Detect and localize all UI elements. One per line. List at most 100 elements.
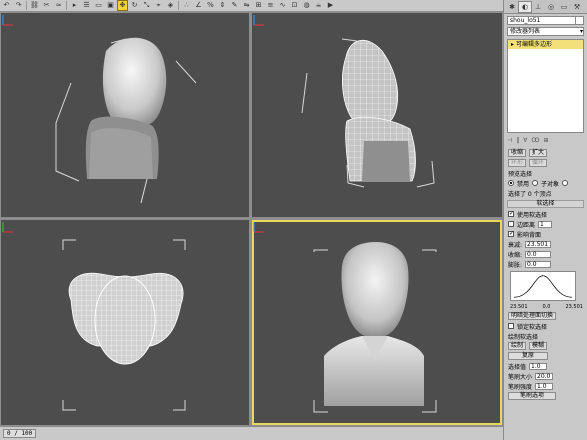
preview-sub-radio[interactable] [532, 180, 539, 186]
viewport-top-left[interactable] [1, 13, 249, 217]
use-soft-checkbox[interactable]: ✓ [508, 211, 514, 217]
render-icon[interactable]: ☕ [314, 1, 323, 10]
motion-tab-icon[interactable]: ◎ [545, 2, 557, 12]
configure-sets-icon[interactable]: ⊞ [544, 137, 549, 144]
brush-size-label: 笔刷大小 [508, 373, 533, 381]
remove-modifier-icon[interactable]: Ꝏ [531, 137, 539, 144]
material-icon[interactable]: ◍ [302, 1, 311, 10]
undo-icon[interactable]: ↶ [2, 1, 11, 10]
move-icon[interactable]: ✥ [117, 0, 128, 11]
preview-off-radio[interactable] [508, 180, 514, 186]
spinner-snap-icon[interactable]: ⇕ [218, 1, 227, 10]
preview-label-row: 预览选择 [508, 169, 583, 178]
edge-distance-row: 边距离 1 [508, 220, 583, 229]
scale-icon[interactable]: ⤡ [142, 1, 151, 10]
blur-button[interactable]: 模糊 [529, 342, 548, 350]
falloff-label: 衰减: [508, 241, 523, 249]
edge-distance-spinner[interactable]: 1 [538, 220, 553, 228]
layer-icon[interactable]: ≡ [266, 1, 275, 10]
shrink-button[interactable]: 收缩 [508, 149, 527, 157]
viewport-bottom-right-active[interactable] [252, 220, 502, 425]
preview-multi-radio[interactable] [562, 180, 569, 186]
expand-icon[interactable]: ▸ [511, 41, 514, 48]
lock-soft-checkbox[interactable] [508, 323, 514, 329]
object-color-swatch[interactable] [575, 17, 583, 24]
ring-button[interactable]: 环形 [508, 159, 527, 167]
pinch-label: 收缩: [508, 251, 523, 259]
modifier-list-dropdown[interactable]: 修改器列表 ▾ [507, 27, 584, 36]
make-unique-icon[interactable]: ∀ [523, 137, 527, 144]
select-name-icon[interactable]: ☰ [82, 1, 91, 10]
revert-button[interactable]: 复原 [508, 352, 548, 360]
angle-snap-icon[interactable]: ∠ [194, 1, 203, 10]
3dsmax-window: ↶ ↷ ⛓ ✂ ≈ ▸ ☰ ▭ ▣ ✥ ↻ ⤡ ⌖ ◈ ∴ ∠ % ⇕ ✎ ⇋ … [0, 0, 587, 440]
unlink-icon[interactable]: ✂ [42, 1, 51, 10]
select-icon[interactable]: ▸ [70, 1, 79, 10]
modifier-stack: ▸ 可编辑多边形 [507, 39, 584, 133]
named-sel-icon[interactable]: ✎ [230, 1, 239, 10]
lock-soft-label: 锁定软选择 [517, 323, 548, 331]
mirror-icon[interactable]: ⇋ [242, 1, 251, 10]
sel-value-label: 选择值 [508, 363, 527, 371]
pinch-spinner[interactable]: 0.0 [525, 250, 552, 258]
align-icon[interactable]: ⊞ [254, 1, 263, 10]
create-tab-icon[interactable]: ✱ [506, 2, 518, 12]
loop-ring-row: 环形 循环 [508, 159, 583, 167]
snap-icon[interactable]: ∴ [182, 1, 191, 10]
falloff-spinner[interactable]: 23.501 [525, 240, 552, 248]
rotate-icon[interactable]: ↻ [130, 1, 139, 10]
hierarchy-tab-icon[interactable]: ⊥ [532, 2, 544, 12]
pivot-icon[interactable]: ◈ [166, 1, 175, 10]
bubble-label: 膨胀: [508, 261, 523, 269]
time-slider[interactable]: 0 / 100 [3, 429, 37, 438]
display-tab-icon[interactable]: ▭ [558, 2, 570, 12]
window-icon[interactable]: ▣ [106, 1, 115, 10]
paint-buttons-row: 绘制 模糊 [508, 342, 583, 350]
head-model-right-wireframe [301, 38, 435, 188]
paint-button[interactable]: 绘制 [508, 342, 527, 350]
pin-stack-icon[interactable]: ⊣ [507, 137, 512, 144]
soft-selection-rollout[interactable]: 软选择 [507, 200, 584, 208]
curve-icon[interactable]: ∿ [278, 1, 287, 10]
affect-backface-checkbox[interactable]: ✓ [508, 231, 514, 237]
bubble-spinner[interactable]: 0.0 [525, 260, 552, 268]
preview-selection-label: 预览选择 [508, 170, 533, 178]
command-panel: ✱ ◐ ⊥ ◎ ▭ ⚒ shou_lo51 修改器列表 ▾ ▸ 可编辑多边形 ⊣… [503, 0, 587, 440]
sel-value-spinner[interactable]: 1.0 [529, 362, 548, 370]
redo-icon[interactable]: ↷ [14, 1, 23, 10]
viewport-area [0, 12, 503, 426]
brush-size-spinner[interactable]: 20.0 [535, 372, 554, 380]
utilities-tab-icon[interactable]: ⚒ [571, 2, 583, 12]
brush-strength-spinner[interactable]: 1.0 [535, 382, 554, 390]
quick-render-icon[interactable]: ▶ [326, 1, 335, 10]
paint-title-row: 绘制软选择 [508, 332, 583, 341]
schematic-icon[interactable]: ⊡ [290, 1, 299, 10]
percent-snap-icon[interactable]: % [206, 1, 215, 10]
axis-gizmo-icon [2, 222, 13, 233]
grow-button[interactable]: 扩大 [529, 149, 548, 157]
loop-button[interactable]: 循环 [529, 159, 548, 167]
shaded-face-toggle-button[interactable]: 明暗处理面切换 [508, 312, 557, 320]
bubble-row: 膨胀: 0.0 [508, 260, 583, 269]
object-name-field[interactable]: shou_lo51 [507, 16, 584, 25]
chevron-down-icon: ▾ [579, 28, 583, 35]
edge-distance-checkbox[interactable] [508, 221, 514, 227]
brush-options-button[interactable]: 笔刷选项 [508, 392, 556, 400]
stack-item-editable-poly[interactable]: ▸ 可编辑多边形 [508, 40, 583, 49]
viewport-top-right[interactable] [252, 13, 502, 217]
toolbar-divider [178, 1, 179, 10]
brush-strength-label: 笔刷强度 [508, 383, 533, 391]
pinch-row: 收缩: 0.0 [508, 250, 583, 259]
show-result-icon[interactable]: ‖ [516, 137, 519, 144]
modify-tab-icon[interactable]: ◐ [518, 1, 532, 13]
viewport-bottom-left[interactable] [1, 220, 249, 425]
bind-icon[interactable]: ≈ [54, 1, 63, 10]
axis-gizmo-icon [253, 15, 264, 26]
axis-gizmo-icon [253, 222, 264, 233]
curve-left-label: 23.501 [510, 304, 528, 310]
curve-right-label: 23.501 [565, 304, 583, 310]
link-icon[interactable]: ⛓ [30, 1, 39, 10]
rect-select-icon[interactable]: ▭ [94, 1, 103, 10]
coord-icon[interactable]: ⌖ [154, 1, 163, 10]
brush-options-row: 笔刷选项 [508, 392, 583, 400]
